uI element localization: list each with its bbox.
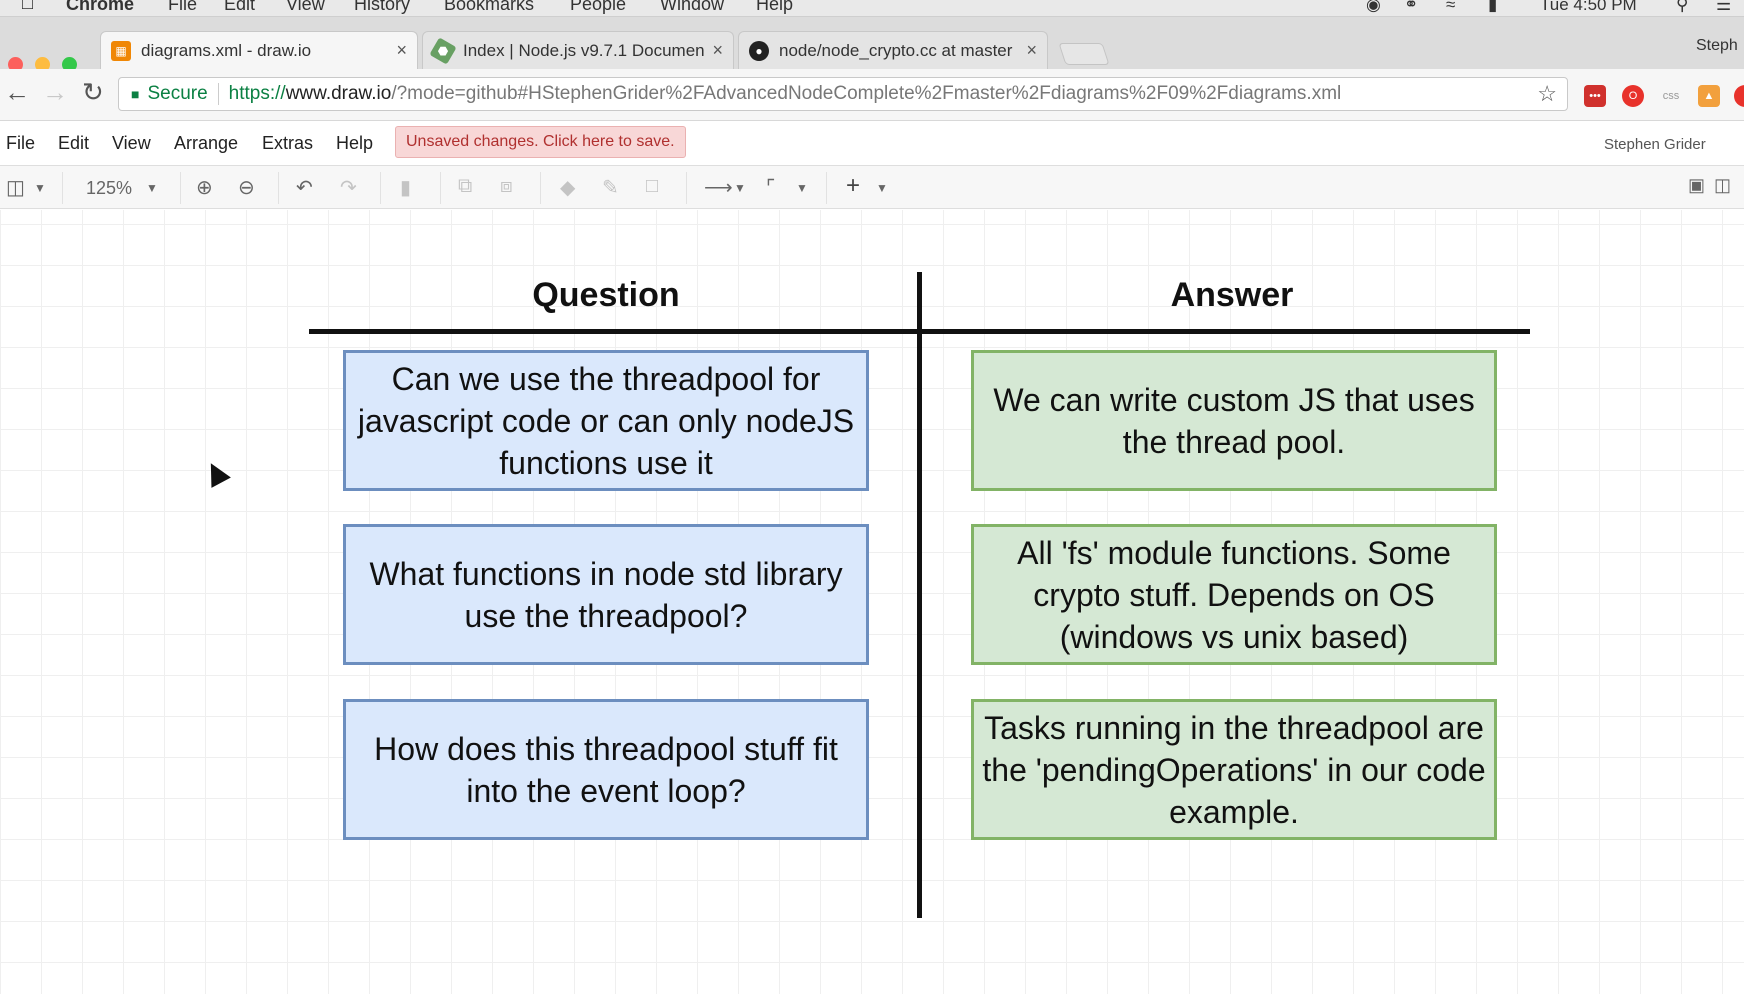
answer-card[interactable]: All 'fs' module functions. Some crypto s… [971, 524, 1497, 665]
metamask-extension-icon[interactable]: ▲ [1698, 85, 1720, 107]
menu-window[interactable]: Window [660, 0, 724, 15]
tab-drawio[interactable]: ▦ diagrams.xml - draw.io × [100, 31, 418, 69]
zoom-out-icon[interactable]: ⊖ [238, 175, 255, 200]
menubar-clock[interactable]: Tue 4:50 PM [1540, 0, 1637, 15]
fullscreen-icon[interactable]: ▣ [1688, 175, 1705, 196]
url-scheme: https:// [228, 83, 286, 104]
menu-file[interactable]: File [168, 0, 197, 15]
format-panel-toggle-icon[interactable]: ◫ [6, 175, 25, 200]
toolbar-divider [62, 172, 63, 204]
toolbar-divider [686, 172, 687, 204]
unsaved-changes-banner[interactable]: Unsaved changes. Click here to save. [395, 126, 686, 158]
back-arrow-icon[interactable]: ← [4, 77, 30, 108]
toolbar-divider [278, 172, 279, 204]
answer-column-header[interactable]: Answer [970, 276, 1494, 315]
drawio-icon: ▦ [111, 40, 131, 61]
menu-view[interactable]: View [286, 0, 325, 15]
waypoints-icon[interactable]: ⌜ [766, 175, 775, 200]
record-icon[interactable]: ◉ [1366, 0, 1381, 15]
close-icon[interactable]: × [396, 40, 407, 61]
chevron-down-icon[interactable]: ▼ [146, 181, 158, 195]
line-color-icon[interactable]: ✎ [602, 175, 619, 200]
apple-icon[interactable]:  [20, 0, 35, 15]
question-card[interactable]: Can we use the threadpool for javascript… [343, 350, 869, 491]
url-host: www.draw.io [285, 83, 392, 104]
lock-icon: ■ [131, 86, 140, 102]
macos-menubar:  Chrome File Edit View History Bookmark… [0, 0, 1744, 17]
question-column-header[interactable]: Question [344, 276, 868, 315]
drawio-menu-file[interactable]: File [6, 133, 35, 154]
answer-card[interactable]: We can write custom JS that uses the thr… [971, 350, 1497, 491]
secure-label: Secure [147, 83, 208, 104]
menu-bookmarks[interactable]: Bookmarks [444, 0, 534, 15]
reload-icon[interactable]: ↻ [82, 77, 104, 108]
undo-icon[interactable]: ↶ [296, 175, 313, 200]
extension-icon[interactable] [1734, 85, 1744, 107]
answer-card[interactable]: Tasks running in the threadpool are the … [971, 699, 1497, 840]
drawio-menu-view[interactable]: View [112, 133, 151, 154]
column-divider-line[interactable] [917, 272, 922, 918]
lastpass-extension-icon[interactable]: ••• [1584, 85, 1606, 107]
to-front-icon[interactable]: ⧉ [458, 175, 472, 198]
address-divider [217, 83, 219, 105]
tab-title: diagrams.xml - draw.io [141, 40, 312, 60]
close-icon[interactable]: × [712, 40, 723, 61]
css-extension-icon[interactable]: css [1660, 85, 1682, 107]
toolbar-divider [380, 172, 381, 204]
menu-edit[interactable]: Edit [224, 0, 255, 15]
toolbar-divider [440, 172, 441, 204]
tab-github[interactable]: ● node/node_crypto.cc at master × [738, 31, 1048, 69]
new-tab-button[interactable] [1058, 43, 1110, 65]
drawio-user-name[interactable]: Stephen Grider [1604, 136, 1706, 153]
bookmark-star-icon[interactable]: ☆ [1537, 81, 1557, 107]
notification-center-icon[interactable]: ☰ [1716, 0, 1731, 15]
toolbar-divider [826, 172, 827, 204]
fill-color-icon[interactable]: ◆ [560, 175, 575, 200]
wifi-icon[interactable]: ≈ [1446, 0, 1455, 15]
menu-app-name[interactable]: Chrome [66, 0, 134, 15]
insert-plus-icon[interactable]: + [846, 172, 860, 200]
browser-toolbar: ← → ↻ ■ Secure https:// www.draw.io /?mo… [0, 69, 1744, 121]
chevron-down-icon[interactable]: ▼ [734, 181, 746, 195]
forward-arrow-icon[interactable]: → [42, 77, 68, 108]
toolbar-divider [540, 172, 541, 204]
chevron-down-icon[interactable]: ▼ [34, 181, 46, 195]
battery-icon[interactable]: ▮ [1488, 0, 1497, 15]
tab-title: node/node_crypto.cc at master [779, 40, 1013, 60]
address-bar[interactable]: ■ Secure https:// www.draw.io /?mode=git… [118, 77, 1568, 111]
zoom-in-icon[interactable]: ⊕ [196, 175, 213, 200]
chevron-down-icon[interactable]: ▼ [796, 181, 808, 195]
tab-nodejs-docs[interactable]: ⬢ Index | Node.js v9.7.1 Documentation × [422, 31, 734, 69]
toolbar-divider [180, 172, 181, 204]
chrome-profile-name[interactable]: Steph [1696, 37, 1738, 55]
connection-arrow-icon[interactable]: ⟶ [704, 175, 733, 200]
spotlight-search-icon[interactable]: ⚲ [1676, 0, 1688, 15]
nodejs-icon: ⬢ [429, 36, 457, 65]
drawio-toolbar: ◫ ▼ 125% ▼ ⊕ ⊖ ↶ ↷ ▮ ⧉ ⧈ ◆ ✎ □ ⟶ ▼ ⌜ ▼ +… [0, 165, 1744, 209]
format-panel-icon[interactable]: ◫ [1714, 175, 1731, 196]
close-icon[interactable]: × [1026, 40, 1037, 61]
question-card[interactable]: How does this threadpool stuff fit into … [343, 699, 869, 840]
to-back-icon[interactable]: ⧈ [500, 175, 513, 198]
zoom-level-select[interactable]: 125% [86, 178, 132, 199]
delete-icon[interactable]: ▮ [400, 175, 411, 200]
drawio-menu-extras[interactable]: Extras [262, 133, 313, 154]
url-path: /?mode=github#HStephenGrider%2FAdvancedN… [391, 83, 1342, 104]
drawio-menu-help[interactable]: Help [336, 133, 373, 154]
drawio-menu-edit[interactable]: Edit [58, 133, 89, 154]
menu-people[interactable]: People [570, 0, 626, 15]
question-card[interactable]: What functions in node std library use t… [343, 524, 869, 665]
redo-icon[interactable]: ↷ [340, 175, 357, 200]
drawio-menubar: File Edit View Arrange Extras Help Unsav… [0, 121, 1744, 165]
tab-title: Index | Node.js v9.7.1 Documentation [463, 40, 705, 60]
opera-extension-icon[interactable]: O [1622, 85, 1644, 107]
menu-help[interactable]: Help [756, 0, 793, 15]
github-icon: ● [749, 40, 769, 61]
menu-history[interactable]: History [354, 0, 410, 15]
drawio-menu-arrange[interactable]: Arrange [174, 133, 238, 154]
shadow-icon[interactable]: □ [646, 175, 658, 198]
chevron-down-icon[interactable]: ▼ [876, 181, 888, 195]
glasses-icon[interactable]: ⚭ [1404, 0, 1418, 15]
